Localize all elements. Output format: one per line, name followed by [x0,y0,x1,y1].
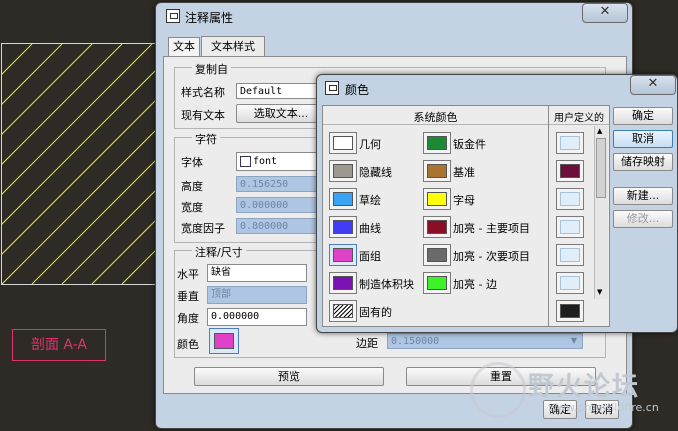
system-colors-panel: 系统颜色 几何 隐藏线 草绘 曲线 面组 制造体积块 固有的 钣金件 基准 字母 加亮 - 主要项目… [322,105,549,327]
system-color-name: 草绘 [359,194,381,207]
modify-color-button[interactable]: 修改... [613,210,673,228]
close-button[interactable]: ✕ [582,3,628,23]
system-color-name: 加亮 - 主要项目 [453,222,530,235]
preview-button[interactable]: 预览 [194,367,384,386]
margin-dropdown-arrow[interactable]: ▼ [568,335,580,347]
system-color-swatch[interactable] [329,300,357,322]
user-colors-scrollbar[interactable]: ▲ ▼ [594,126,608,299]
margin-field[interactable]: 0.150000 [387,333,583,349]
system-color-swatch[interactable] [423,132,451,154]
width-label: 宽度 [181,201,203,214]
scroll-down-arrow[interactable]: ▼ [597,288,602,296]
system-color-name: 几何 [359,138,381,151]
style-name-label: 样式名称 [181,86,225,99]
watermark-logo [470,362,526,418]
color-app-icon [325,81,339,95]
system-color-swatch[interactable] [423,272,451,294]
tab-text[interactable]: 文本 [168,37,200,56]
dialog-title: 注释属性 [185,11,234,25]
color-titlebar[interactable]: 颜色 ✕ [317,75,677,101]
system-color-name: 字母 [453,194,475,207]
user-color-swatch[interactable] [556,244,584,266]
color-close-button[interactable]: ✕ [630,75,676,95]
titlebar[interactable]: 注释属性 ✕ [156,3,632,29]
hatched-section-area [1,43,157,285]
system-color-name: 面组 [359,250,381,263]
horizontal-label: 水平 [177,268,199,281]
system-color-swatch[interactable] [329,216,357,238]
system-color-swatch[interactable] [329,272,357,294]
system-color-swatch[interactable] [329,244,357,266]
app-icon [166,9,180,23]
section-label[interactable]: 剖面 A-A [12,329,106,361]
system-color-name: 固有的 [359,306,392,319]
style-name-field[interactable]: Default [236,83,326,99]
vertical-select[interactable]: 顶部 [207,286,307,304]
user-color-swatch[interactable] [556,188,584,210]
user-color-swatch[interactable] [556,160,584,182]
angle-field[interactable]: 0.000000 [207,308,307,326]
user-color-swatch[interactable] [556,300,584,322]
color-dialog: 颜色 ✕ 系统颜色 几何 隐藏线 草绘 曲线 面组 制造体积块 固有的 钣金件 基准 字母 加亮 -… [316,74,678,333]
system-color-name: 加亮 - 边 [453,278,497,291]
scroll-up-arrow[interactable]: ▲ [597,127,602,135]
system-color-list: 几何隐藏线草绘曲线面组制造体积块固有的 钣金件基准字母加亮 - 主要项目 加亮 - … [323,106,548,326]
font-value: font [253,156,278,167]
tab-text-style[interactable]: 文本样式 [201,36,265,57]
font-icon [240,155,251,167]
system-color-name: 加亮 - 次要项目 [453,250,530,263]
system-color-swatch[interactable] [423,244,451,266]
color-ok-button[interactable]: 确定 [613,107,673,125]
system-color-swatch[interactable] [329,160,357,182]
copy-from-title: 复制自 [192,61,231,77]
select-text-button[interactable]: 选取文本... [236,104,326,123]
width-field[interactable]: 0.000000 [236,197,326,213]
scroll-thumb[interactable] [596,138,606,198]
system-color-swatch[interactable] [423,160,451,182]
user-colors-panel: 用户定义的 ▲ ▼ [548,105,610,327]
color-picker-button[interactable] [209,328,239,354]
character-title: 字符 [192,131,220,147]
system-color-swatch[interactable] [329,132,357,154]
vertical-label: 垂直 [177,290,199,303]
system-color-swatch[interactable] [329,188,357,210]
watermark-text: 野火论坛 [528,372,641,402]
new-color-button[interactable]: 新建... [613,187,673,205]
watermark-url: www.proewildfire.cn [548,401,659,414]
width-factor-field[interactable]: 0.800000 [236,218,326,234]
system-color-name: 曲线 [359,222,381,235]
user-color-swatch[interactable] [556,132,584,154]
angle-label: 角度 [177,312,199,325]
font-select[interactable]: font [236,152,326,171]
system-color-swatch[interactable] [423,188,451,210]
system-color-name: 基准 [453,166,475,179]
color-dialog-title: 颜色 [345,83,370,97]
height-field[interactable]: 0.156250 [236,176,326,192]
user-color-list [549,106,593,326]
hatch-lines [2,44,156,284]
margin-label: 边距 [356,337,378,350]
system-color-name: 隐藏线 [359,166,392,179]
system-color-swatch[interactable] [423,216,451,238]
color-swatch [214,333,234,349]
font-label: 字体 [181,156,203,169]
system-color-name: 制造体积块 [359,278,414,291]
note-dimension-title: 注释/尺寸 [192,244,246,260]
height-label: 高度 [181,180,203,193]
horizontal-select[interactable]: 缺省 [207,264,307,282]
color-label: 颜色 [177,338,199,351]
system-color-name: 钣金件 [453,138,486,151]
color-cancel-button[interactable]: 取消 [613,130,673,148]
user-color-swatch[interactable] [556,272,584,294]
user-color-swatch[interactable] [556,216,584,238]
width-factor-label: 宽度因子 [181,222,225,235]
existing-text-label: 现有文本 [181,109,225,122]
store-map-button[interactable]: 储存映射 [613,153,673,171]
